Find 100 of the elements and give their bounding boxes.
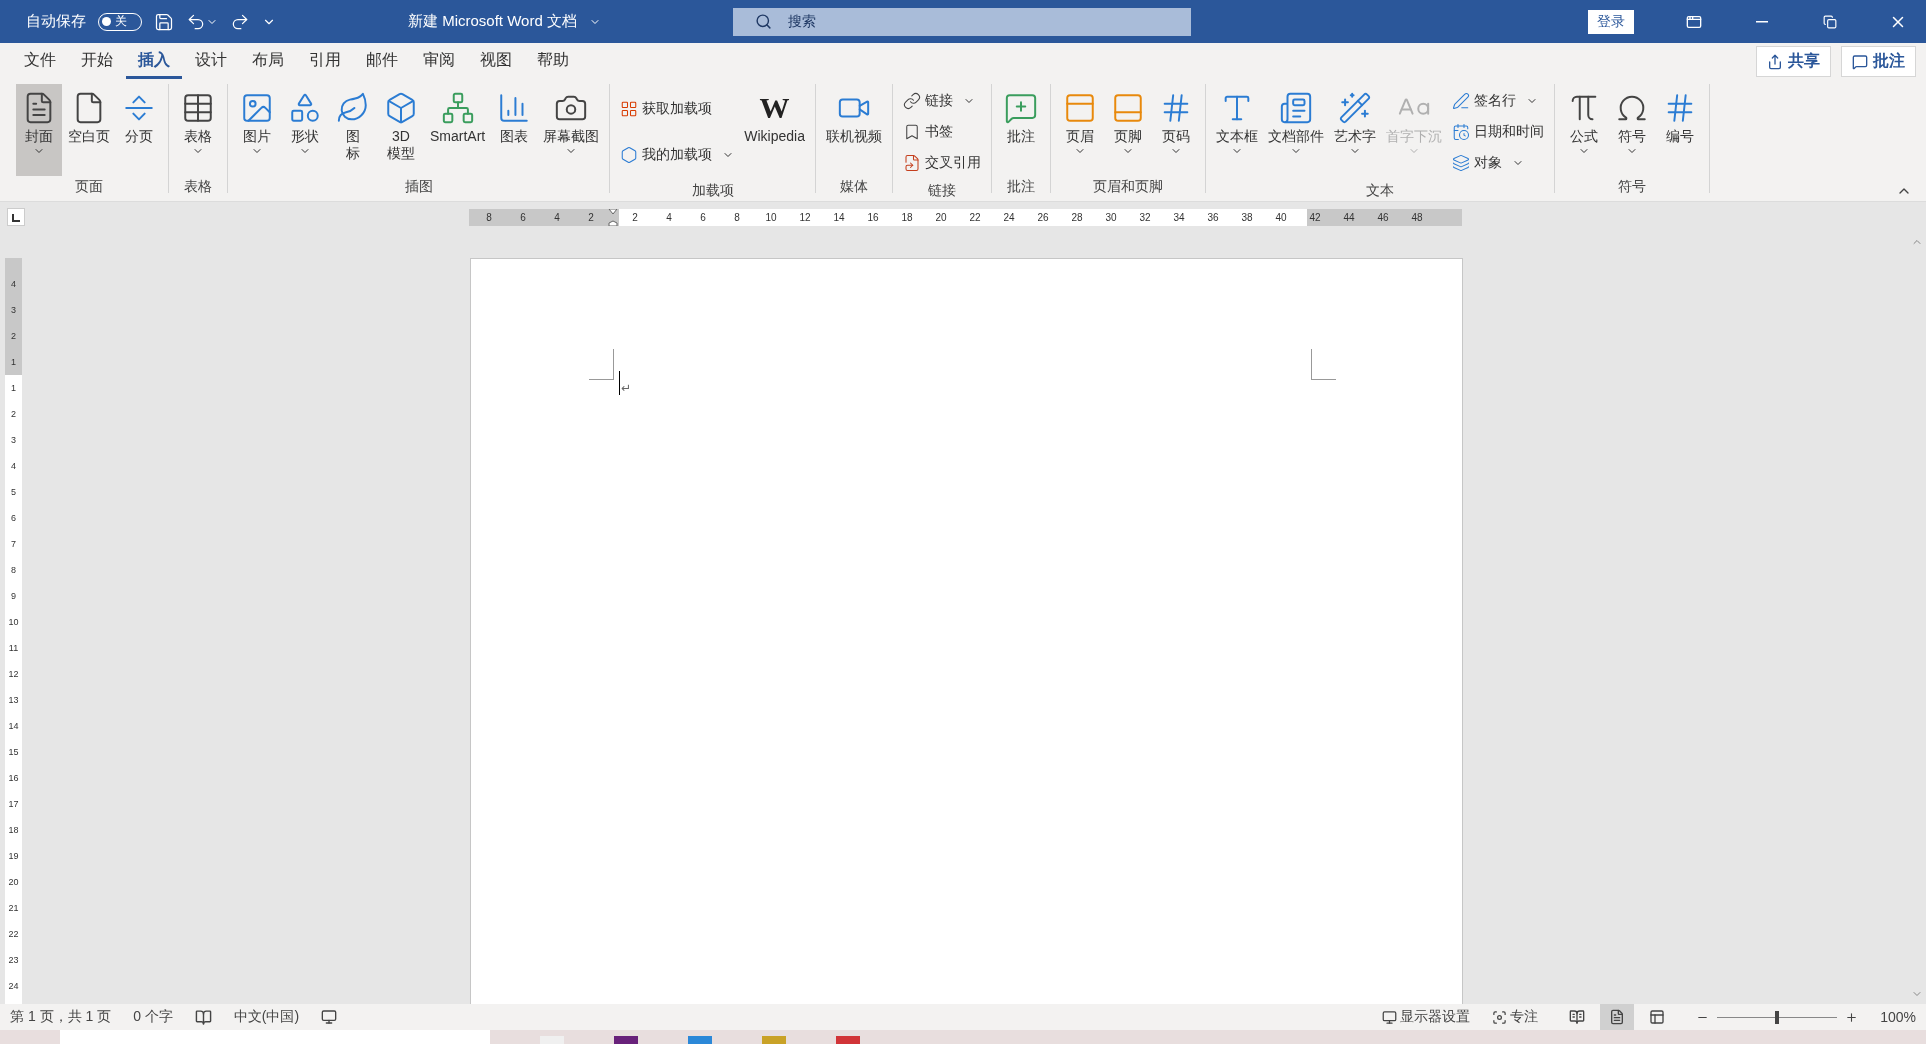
ribbon-button[interactable]: 分页: [116, 84, 162, 176]
ruler-number: 42: [1308, 211, 1322, 223]
share-icon: [1767, 53, 1783, 70]
document-title: 新建 Microsoft Word 文档: [408, 12, 577, 31]
grid-icon: [620, 100, 639, 118]
ribbon-tab[interactable]: 引用: [297, 44, 353, 79]
ribbon-tab[interactable]: 设计: [183, 44, 239, 79]
ruler-number: 3: [10, 434, 17, 447]
ribbon-tab[interactable]: 视图: [468, 44, 524, 79]
ribbon-button[interactable]: 符号: [1608, 84, 1655, 176]
ruler-number: 2: [587, 211, 595, 223]
diagram-icon: [440, 91, 475, 125]
ruler-number: 5: [10, 486, 17, 499]
ribbon-button[interactable]: 我的加载项: [616, 144, 739, 166]
ribbon-button[interactable]: SmartArt: [426, 84, 490, 176]
ruler-number: 23: [7, 954, 20, 967]
ribbon-tab[interactable]: 邮件: [354, 44, 410, 79]
ribbon-button[interactable]: 艺术字: [1329, 84, 1380, 176]
tab-selector[interactable]: [7, 208, 25, 226]
ribbon-button[interactable]: 3D 模型: [378, 84, 424, 176]
view-button[interactable]: [1600, 1004, 1635, 1030]
ribbon-button[interactable]: 交叉引用: [898, 151, 985, 174]
monitor-icon[interactable]: [321, 1009, 338, 1025]
table-icon: [181, 91, 215, 125]
ribbon-button[interactable]: 形状: [282, 84, 328, 176]
cube-icon: [384, 91, 418, 125]
zoom-in-icon[interactable]: [1845, 1010, 1859, 1024]
ribbon-button[interactable]: 屏幕截图: [539, 84, 604, 176]
ruler-number: 6: [699, 211, 707, 223]
ribbon-button[interactable]: 编号: [1656, 84, 1703, 176]
group-label: 加载项: [690, 181, 735, 200]
ribbon-button[interactable]: 空白页: [64, 84, 114, 176]
language: 中文(中国): [233, 1008, 300, 1026]
ruler-number: 2: [10, 330, 17, 343]
ribbon-button[interactable]: 页眉: [1056, 84, 1103, 176]
ruler-number: 1: [10, 382, 17, 395]
ruler-number: 14: [832, 211, 846, 223]
ribbon-button[interactable]: 图表: [491, 84, 538, 176]
ruler-number: 8: [10, 564, 17, 577]
calendar-clock-icon: [1451, 123, 1470, 141]
ribbon-tab[interactable]: 帮助: [525, 44, 581, 79]
window-icon: [1686, 13, 1702, 30]
document-page[interactable]: ↵: [470, 258, 1463, 1004]
ribbon-button[interactable]: 图片: [234, 84, 280, 176]
ribbon-button[interactable]: 公式: [1560, 84, 1607, 176]
ruler-number: 6: [519, 211, 527, 223]
ruler-number: 46: [1376, 211, 1390, 223]
ribbon-tab[interactable]: 文件: [12, 44, 68, 79]
book-icon[interactable]: [194, 1008, 212, 1026]
search-field[interactable]: 搜索: [732, 7, 1191, 36]
margin-corner-mark: [589, 349, 614, 380]
ruler-number: 4: [665, 211, 673, 223]
sign-in-button[interactable]: 登录: [1588, 9, 1634, 34]
ribbon-tab[interactable]: 开始: [69, 44, 125, 79]
ribbon-button[interactable]: 获取加载项: [616, 98, 739, 120]
ruler-number: 19: [7, 850, 20, 863]
ribbon-button[interactable]: 文本框: [1211, 84, 1262, 176]
ruler-number: 2: [10, 408, 17, 421]
restore-icon: [1823, 14, 1837, 29]
ruler-number: 38: [1240, 211, 1254, 223]
ribbon-tab[interactable]: 布局: [240, 44, 296, 79]
ruler-number: 8: [485, 211, 493, 223]
ruler-number: 12: [798, 211, 812, 223]
ribbon-button[interactable]: 书签: [898, 121, 985, 143]
monitor-icon: [1382, 1009, 1398, 1025]
ruler-number: 36: [1206, 211, 1220, 223]
ribbon-button[interactable]: 表格: [175, 84, 221, 176]
ribbon-button[interactable]: 文档部件: [1263, 84, 1328, 176]
ribbon-button[interactable]: 链接: [898, 90, 985, 113]
minimize-icon: [1756, 20, 1768, 23]
comment-icon: [1852, 53, 1868, 70]
ribbon-button[interactable]: 封面: [16, 84, 62, 176]
display-settings-button[interactable]: 显示器设置: [1382, 1008, 1471, 1026]
ribbon-button[interactable]: 图标: [330, 84, 376, 176]
save-icon[interactable]: [154, 11, 174, 32]
ribbon-tab[interactable]: 审阅: [411, 44, 467, 79]
ribbon-button[interactable]: 页码: [1152, 84, 1199, 176]
stack-icon: [1451, 153, 1470, 172]
layout-icon: [1649, 1009, 1666, 1025]
ribbon-button[interactable]: 页脚: [1104, 84, 1151, 176]
ruler-number: 4: [553, 211, 561, 223]
ruler-number: 26: [1036, 211, 1050, 223]
search-icon: [754, 13, 772, 30]
ruler-number: 30: [1104, 211, 1118, 223]
ruler-number: 10: [7, 616, 20, 629]
focus-button[interactable]: 专注: [1492, 1008, 1539, 1026]
ribbon-button[interactable]: 日期和时间: [1447, 121, 1548, 143]
ribbon-button[interactable]: 签名行: [1447, 90, 1548, 113]
ribbon-button[interactable]: 批注: [997, 84, 1044, 176]
ruler-number: 6: [10, 512, 17, 525]
ruler-number: 32: [1138, 211, 1152, 223]
share-button[interactable]: 共享: [1756, 46, 1831, 77]
ribbon-button[interactable]: 对象: [1447, 151, 1548, 174]
book-icon: [1569, 1009, 1586, 1025]
ribbon-button[interactable]: 联机视频: [821, 84, 886, 176]
ruler-number: 13: [7, 694, 20, 707]
comments-button[interactable]: 批注: [1841, 46, 1916, 77]
indent-marker-icon[interactable]: [608, 208, 618, 226]
ribbon-button[interactable]: W Wikipedia: [740, 84, 809, 176]
group-label: 页眉和页脚: [1091, 177, 1164, 196]
